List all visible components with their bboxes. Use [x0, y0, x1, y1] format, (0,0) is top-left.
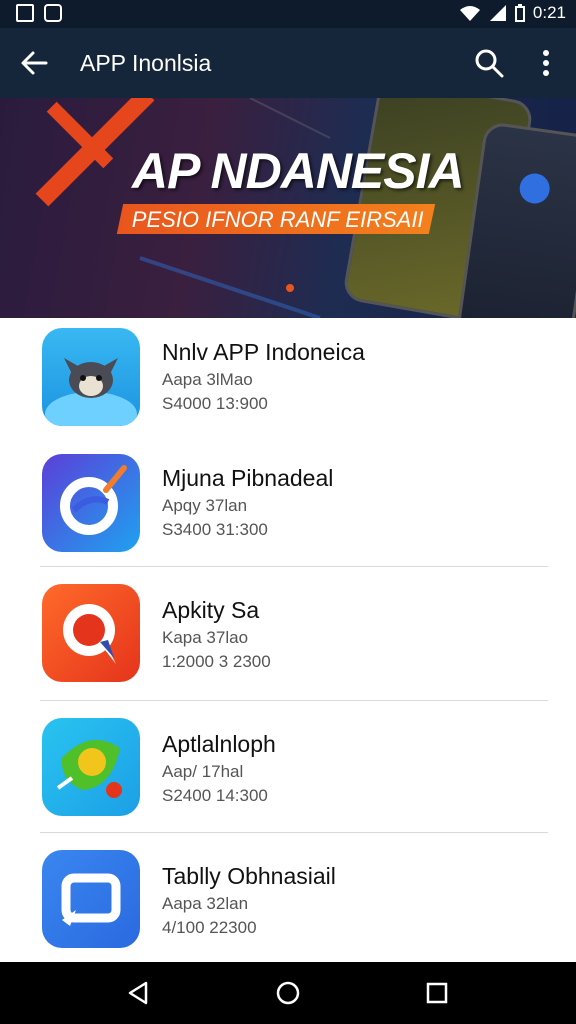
app-name: Mjuna Pibnadeal — [162, 465, 334, 491]
app-name: Tablly Obhnasiail — [162, 863, 336, 889]
banner-ribbon: PESIO IFNOR RANF EIRSAII — [116, 204, 436, 234]
recents-square-icon[interactable] — [424, 980, 450, 1006]
divider — [40, 566, 548, 567]
divider — [40, 700, 548, 701]
banner-headline: AP NDANESIA — [132, 143, 465, 199]
navigation-bar — [0, 962, 576, 1024]
list-item[interactable]: Tablly Obhnasiail Aapa 32lan 4/100 22300 — [0, 842, 576, 962]
banner-ribbon-text: PESIO IFNOR RANF EIRSAII — [131, 207, 424, 232]
wifi-icon — [459, 6, 480, 21]
back-arrow-icon[interactable] — [20, 49, 48, 77]
app-list: Nnlv APP Indoneica Aapa 3lMao S4000 13:9… — [0, 318, 576, 962]
list-item[interactable]: Mjuna Pibnadeal Apqy 37lan S3400 31:300 — [0, 444, 576, 576]
chat-bubble-icon — [42, 584, 140, 682]
list-item[interactable]: Aptlalnloph Aap/ 17hal S2400 14:300 — [0, 710, 576, 842]
app-bar-title: APP Inonlsia — [80, 50, 212, 76]
promo-banner[interactable]: AP NDANESIA PESIO IFNOR RANF EIRSAII — [0, 98, 576, 318]
app-name: Apkity Sa — [162, 597, 260, 623]
app-meta: Aapa 3lMao — [162, 370, 253, 389]
signal-icon — [489, 5, 506, 21]
app-bar: APP Inonlsia — [0, 28, 576, 98]
app-meta: S4000 13:900 — [162, 394, 268, 413]
app-meta: S2400 14:300 — [162, 786, 268, 805]
more-vert-icon[interactable] — [536, 48, 556, 78]
app-meta: Aapa 32lan — [162, 894, 249, 913]
list-item[interactable]: Nnlv APP Indoneica Aapa 3lMao S4000 13:9… — [0, 318, 576, 450]
app-meta: S3400 31:300 — [162, 520, 268, 539]
app-name: Aptlalnloph — [162, 731, 276, 757]
home-circle-icon[interactable] — [275, 980, 301, 1006]
app-meta: 1:2000 3 2300 — [162, 652, 271, 671]
app-meta: Apqy 37lan — [162, 496, 248, 515]
app-meta: Kapa 37lao — [162, 628, 249, 647]
gallery-notification-icon — [16, 4, 34, 22]
phone-app-circle-icon — [517, 171, 552, 206]
app-meta: 4/100 22300 — [162, 918, 257, 937]
list-item[interactable]: Apkity Sa Kapa 37lao 1:2000 3 2300 — [0, 576, 576, 708]
leaf-globe-icon — [42, 718, 140, 816]
chat-square-icon — [42, 850, 140, 948]
cat-mascot-icon — [42, 328, 140, 426]
app-name: Nnlv APP Indoneica — [162, 339, 365, 365]
app-notification-icon — [44, 4, 62, 22]
status-time: 0:21 — [532, 3, 566, 22]
search-icon[interactable] — [474, 48, 504, 78]
status-bar: 0:21 — [0, 0, 576, 28]
back-triangle-icon[interactable] — [126, 980, 152, 1006]
battery-icon — [514, 4, 525, 22]
app-meta: Aap/ 17hal — [162, 762, 244, 781]
divider — [40, 832, 548, 833]
swirl-pen-icon — [42, 454, 140, 552]
